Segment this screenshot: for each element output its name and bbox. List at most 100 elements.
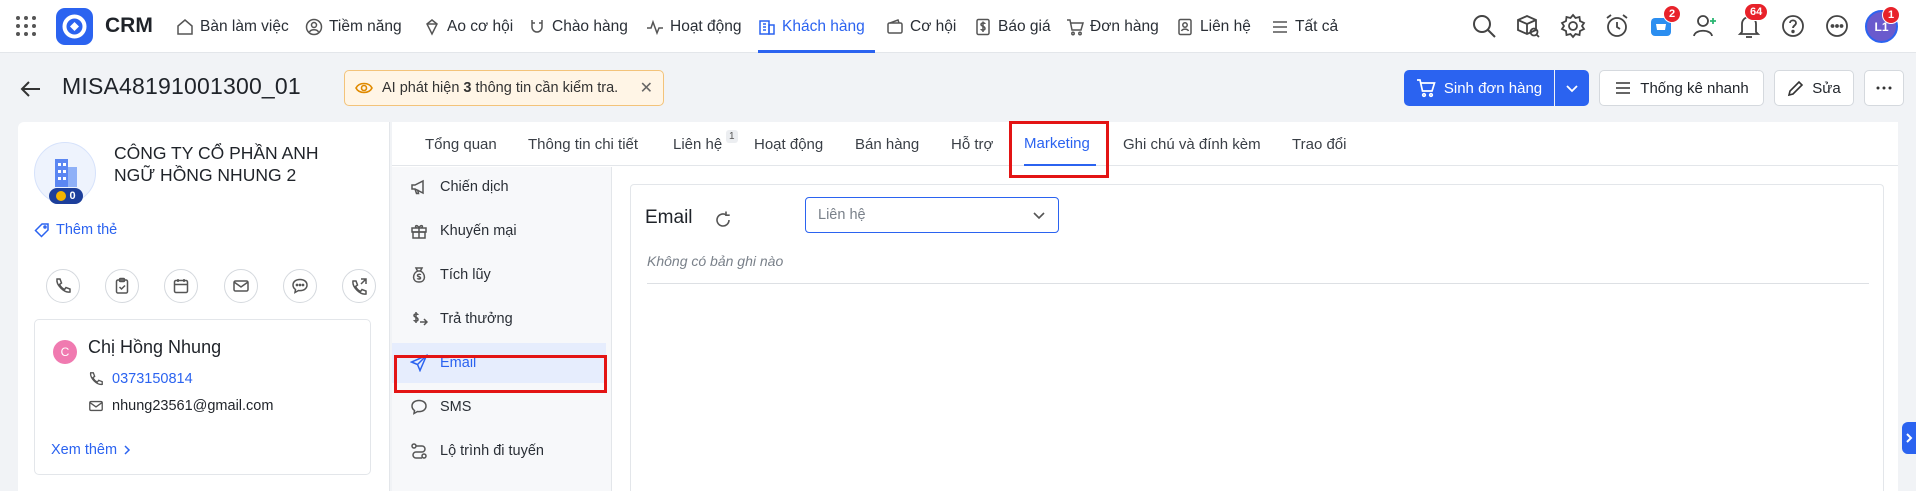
create-order-button[interactable]: Sinh đơn hàng — [1404, 70, 1554, 106]
nav-item-orders[interactable]: Đơn hàng — [1066, 0, 1159, 53]
submenu-item-promotion[interactable]: Khuyến mại — [392, 211, 606, 251]
side-panel-toggle[interactable] — [1902, 422, 1916, 454]
home-icon — [177, 18, 193, 35]
contact-name[interactable]: Chị Hồng Nhung — [88, 337, 221, 358]
email-button[interactable] — [223, 269, 258, 303]
tab-overview[interactable]: Tổng quan — [425, 136, 497, 153]
content-title: Email — [645, 207, 693, 228]
help-icon[interactable] — [1779, 12, 1807, 40]
record-title: MISA48191001300_01 — [62, 73, 301, 99]
cart-icon — [1067, 18, 1084, 35]
notification-badge: 64 — [1744, 3, 1769, 21]
submenu-item-sms[interactable]: SMS — [392, 387, 606, 427]
mail-icon — [232, 280, 249, 292]
email-submenu-highlight — [394, 355, 607, 393]
nav-item-contacts[interactable]: Liên hệ — [1176, 0, 1251, 53]
edit-button[interactable]: Sửa — [1774, 70, 1854, 106]
contact-filter-select[interactable]: Liên hệ — [805, 197, 1059, 233]
add-user-icon[interactable] — [1691, 12, 1719, 40]
pulse-icon — [647, 19, 663, 35]
chevron-right-icon — [1906, 433, 1913, 443]
loyalty-points-badge: 0 — [49, 188, 83, 204]
record-main-area: Tổng quan Thông tin chi tiết Liên hệ 1 H… — [392, 121, 1898, 491]
dollar-doc-icon — [976, 18, 990, 35]
phone-forward-icon — [352, 278, 367, 295]
create-order-dropdown-button[interactable] — [1555, 70, 1589, 106]
tab-activities[interactable]: Hoạt động — [754, 136, 823, 153]
phone-icon — [89, 372, 103, 386]
pencil-icon — [1788, 80, 1804, 96]
nav-item-workspace[interactable]: Bàn làm việc — [176, 0, 289, 53]
ai-notice-banner[interactable]: AI phát hiện 3 thông tin cần kiểm tra. ✕ — [344, 70, 664, 106]
marketing-submenu: Chiến dịch Khuyến mại Tích lũy Trả thưởn… — [392, 167, 612, 491]
nav-item-leads[interactable]: Tiềm năng — [305, 0, 402, 53]
gear-icon[interactable] — [1559, 12, 1587, 40]
see-more-link[interactable]: Xem thêm — [51, 442, 132, 458]
nav-item-opportunities[interactable]: Cơ hội — [886, 0, 956, 53]
submenu-item-route[interactable]: Lộ trình đi tuyến — [392, 431, 606, 471]
tab-contacts-badge: 1 — [726, 130, 738, 143]
brand-name[interactable]: CRM — [105, 14, 153, 38]
tab-support[interactable]: Hỗ trợ — [951, 136, 993, 153]
megaphone-icon — [411, 179, 424, 195]
money-bag-icon — [412, 267, 426, 283]
nav-item-customers[interactable]: Khách hàng — [758, 0, 875, 53]
menu-icon — [1273, 20, 1287, 33]
call-button[interactable] — [46, 269, 80, 303]
gem-icon — [426, 18, 438, 36]
chevron-down-icon — [1566, 85, 1578, 93]
contact-phone[interactable]: 0373150814 — [112, 371, 193, 387]
contact-card-icon — [1178, 18, 1192, 35]
crm-logo-icon[interactable] — [56, 8, 93, 45]
email-content-panel: Email Liên hệ Không có bản ghi nào — [630, 184, 1884, 491]
quick-stats-button[interactable]: Thống kê nhanh — [1599, 70, 1764, 106]
tab-sales[interactable]: Bán hàng — [855, 136, 919, 153]
refresh-icon[interactable] — [713, 210, 733, 230]
magnet-icon — [531, 19, 543, 33]
call-forward-button[interactable] — [341, 269, 376, 303]
contact-phone-row: 0373150814 — [88, 371, 193, 387]
chat-button[interactable] — [282, 269, 317, 303]
user-circle-icon — [305, 18, 323, 35]
more-circle-icon[interactable] — [1823, 12, 1851, 40]
customer-profile-panel: 0 CÔNG TY CỔ PHẦN ANH NGỮ HỒNG NHUNG 2 T… — [18, 122, 390, 491]
contact-email-row: nhung23561@gmail.com — [88, 398, 273, 414]
more-dots-icon — [1876, 86, 1892, 90]
tab-discussion[interactable]: Trao đổi — [1292, 136, 1346, 153]
contact-avatar: C — [53, 340, 77, 364]
task-button[interactable] — [105, 269, 140, 303]
more-button[interactable] — [1864, 70, 1904, 106]
nav-item-activities[interactable]: Hoạt động — [646, 0, 742, 53]
list-icon — [1616, 82, 1631, 94]
close-icon[interactable]: ✕ — [640, 78, 653, 98]
ai-eye-icon — [355, 82, 373, 94]
submenu-item-reward-payout[interactable]: Trả thưởng — [392, 299, 606, 339]
box-search-icon[interactable] — [1514, 12, 1542, 40]
quick-action-row — [46, 269, 376, 303]
submenu-item-campaign[interactable]: Chiến dịch — [392, 167, 606, 207]
company-name: CÔNG TY CỔ PHẦN ANH NGỮ HỒNG NHUNG 2 — [114, 143, 319, 185]
chat-icon — [291, 278, 308, 294]
nav-item-all[interactable]: Tất cả — [1271, 0, 1338, 53]
tab-details[interactable]: Thông tin chi tiết — [528, 136, 638, 153]
calendar-button[interactable] — [164, 269, 199, 303]
app-grid-icon[interactable] — [15, 15, 37, 37]
add-tag-link[interactable]: Thêm thẻ — [34, 222, 117, 238]
chat-icon — [411, 399, 427, 415]
submenu-item-accumulation[interactable]: Tích lũy — [392, 255, 606, 295]
nav-item-quotes[interactable]: Báo giá — [974, 0, 1051, 53]
alarm-clock-icon[interactable] — [1603, 12, 1631, 40]
tab-contacts[interactable]: Liên hệ — [673, 136, 722, 153]
tab-notes-attachments[interactable]: Ghi chú và đính kèm — [1123, 136, 1261, 153]
chevron-right-icon — [124, 445, 131, 455]
wallet-icon — [887, 18, 903, 34]
cart-icon — [1416, 79, 1436, 98]
contact-filter-placeholder: Liên hệ — [818, 207, 866, 223]
nav-item-offers[interactable]: Chào hàng — [528, 0, 628, 53]
route-icon — [411, 443, 427, 459]
coin-icon — [56, 191, 67, 201]
back-arrow-icon[interactable] — [20, 78, 42, 100]
contact-email: nhung23561@gmail.com — [112, 398, 274, 414]
search-icon[interactable] — [1470, 12, 1498, 40]
nav-item-opportunity-pool[interactable]: Ao cơ hội — [423, 0, 513, 53]
